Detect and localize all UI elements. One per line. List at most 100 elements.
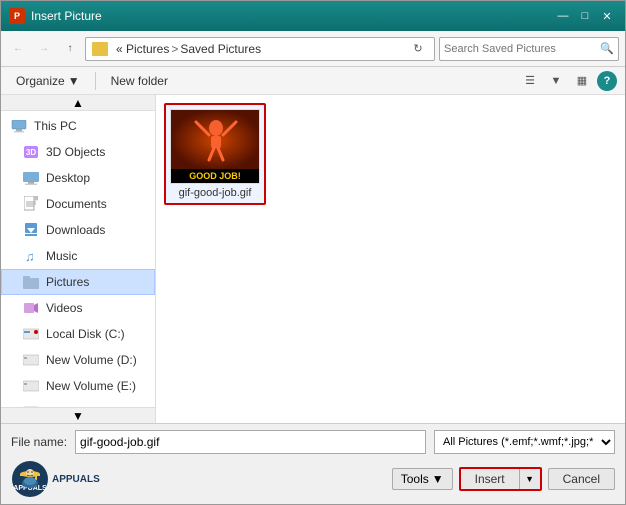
organize-label: Organize [16, 74, 65, 88]
new-folder-label: New folder [111, 74, 168, 88]
file-name-label: gif-good-job.gif [179, 187, 252, 199]
sidebar-label-pictures: Pictures [46, 275, 89, 289]
title-controls: — □ ✕ [553, 7, 617, 25]
appuals-text: APPUALS [52, 474, 100, 485]
folder-icon [92, 42, 108, 56]
organize-button[interactable]: Organize ▼ [9, 71, 87, 91]
details-view-button[interactable]: ▦ [571, 70, 593, 92]
new-volume-e-icon [22, 378, 40, 394]
file-item-gif-good-job[interactable]: GOOD JOB! gif-good-job.gif [164, 103, 266, 205]
insert-button[interactable]: Insert [461, 469, 520, 489]
help-icon: ? [604, 75, 611, 87]
title-text: Insert Picture [31, 9, 102, 23]
tools-label: Tools [401, 472, 429, 486]
sidebar-item-downloads[interactable]: Downloads [1, 217, 155, 243]
search-input[interactable] [444, 43, 596, 55]
search-bar[interactable]: 🔍 [439, 37, 619, 61]
sidebar-item-documents[interactable]: Documents [1, 191, 155, 217]
insert-dropdown-button[interactable]: ▼ [520, 469, 540, 489]
file-thumbnail: GOOD JOB! [170, 109, 260, 184]
sidebar-item-videos[interactable]: Videos [1, 295, 155, 321]
toolbar-right: ☰ ▼ ▦ ? [519, 70, 617, 92]
gif-preview: GOOD JOB! [171, 110, 259, 183]
documents-icon [22, 196, 40, 212]
bottom-row-actions: APPUALS APPUALS Tools ▼ Insert [11, 460, 615, 498]
sidebar-item-desktop[interactable]: Desktop [1, 165, 155, 191]
appuals-logo: APPUALS [11, 460, 49, 498]
svg-text:♫: ♫ [25, 249, 35, 263]
file-name-label-text: File name: [11, 435, 67, 449]
sidebar-item-new-volume-d[interactable]: New Volume (D:) [1, 347, 155, 373]
sidebar-label-new-volume-e: New Volume (E:) [46, 379, 136, 393]
sidebar-label-this-pc: This PC [34, 119, 77, 133]
sidebar-item-new-volume-e[interactable]: New Volume (E:) [1, 373, 155, 399]
logo-area: APPUALS APPUALS [11, 460, 100, 498]
insert-picture-dialog: P Insert Picture — □ ✕ ← → ↑ « Pictures … [0, 0, 626, 505]
insert-label: Insert [475, 472, 505, 486]
close-button[interactable]: ✕ [597, 7, 617, 25]
sidebar-label-new-volume-d: New Volume (D:) [46, 353, 137, 367]
sidebar-label-local-disk-c: Local Disk (C:) [46, 327, 125, 341]
music-icon: ♫ [22, 248, 40, 264]
bottom-row-filename: File name: All Pictures (*.emf;*.wmf;*.j… [11, 430, 615, 454]
sidebar-label-desktop: Desktop [46, 171, 90, 185]
address-bar[interactable]: « Pictures > Saved Pictures ↻ [85, 37, 435, 61]
path-pictures: « Pictures [116, 42, 169, 56]
file-name-input[interactable] [75, 430, 426, 454]
search-icon[interactable]: 🔍 [600, 42, 614, 55]
pictures-folder-icon [22, 274, 40, 290]
pc-icon [10, 118, 28, 134]
sidebar-item-this-pc[interactable]: This PC [1, 113, 155, 139]
local-disk-c-icon [22, 326, 40, 342]
desktop-icon [22, 170, 40, 186]
title-bar-left: P Insert Picture [9, 8, 102, 24]
tools-button[interactable]: Tools ▼ [392, 468, 453, 490]
path-sep1: > [171, 42, 178, 56]
refresh-button[interactable]: ↻ [408, 39, 428, 59]
3d-icon: 3D [22, 144, 40, 160]
sidebar-label-downloads: Downloads [46, 223, 105, 237]
tools-chevron: ▼ [432, 472, 444, 486]
gif-label: GOOD JOB! [171, 169, 259, 183]
new-folder-button[interactable]: New folder [104, 71, 175, 91]
sidebar-label-documents: Documents [46, 197, 107, 211]
sidebar: ▲ This PC [1, 95, 156, 423]
new-volume-d-icon [22, 352, 40, 368]
toolbar: Organize ▼ New folder ☰ ▼ ▦ ? [1, 67, 625, 95]
insert-button-group: Insert ▼ [459, 467, 542, 491]
videos-icon [22, 300, 40, 316]
address-area: ← → ↑ « Pictures > Saved Pictures ↻ 🔍 [1, 31, 625, 67]
address-path: « Pictures > Saved Pictures [116, 42, 404, 56]
svg-text:3D: 3D [26, 148, 36, 157]
powerpoint-icon: P [9, 8, 25, 24]
sidebar-item-pictures[interactable]: Pictures [1, 269, 155, 295]
sidebar-item-3d-objects[interactable]: 3D 3D Objects [1, 139, 155, 165]
toolbar-separator [95, 72, 96, 90]
sidebar-scroll-up[interactable]: ▲ [1, 95, 155, 111]
file-type-select[interactable]: All Pictures (*.emf;*.wmf;*.jpg;* [434, 430, 615, 454]
forward-button[interactable]: → [33, 38, 55, 60]
cancel-label: Cancel [563, 472, 600, 486]
bottom-bar: File name: All Pictures (*.emf;*.wmf;*.j… [1, 423, 625, 504]
view-dropdown-button[interactable]: ▼ [545, 70, 567, 92]
sidebar-item-music[interactable]: ♫ Music [1, 243, 155, 269]
downloads-icon [22, 222, 40, 238]
sidebar-items: This PC 3D 3D Objects [1, 95, 155, 423]
sidebar-scroll-down[interactable]: ▼ [1, 407, 155, 423]
file-area[interactable]: GOOD JOB! gif-good-job.gif [156, 95, 625, 423]
path-saved-pictures: Saved Pictures [180, 42, 261, 56]
title-bar: P Insert Picture — □ ✕ [1, 1, 625, 31]
sidebar-label-videos: Videos [46, 301, 82, 315]
help-button[interactable]: ? [597, 71, 617, 91]
sidebar-label-3d: 3D Objects [46, 145, 105, 159]
cancel-button[interactable]: Cancel [548, 468, 615, 490]
organize-chevron: ▼ [68, 74, 80, 88]
sidebar-item-local-disk-c[interactable]: Local Disk (C:) [1, 321, 155, 347]
maximize-button[interactable]: □ [575, 7, 595, 25]
up-button[interactable]: ↑ [59, 38, 81, 60]
view-button[interactable]: ☰ [519, 70, 541, 92]
minimize-button[interactable]: — [553, 7, 573, 25]
sidebar-label-music: Music [46, 249, 77, 263]
back-button[interactable]: ← [7, 38, 29, 60]
main-content: ▲ This PC [1, 95, 625, 423]
